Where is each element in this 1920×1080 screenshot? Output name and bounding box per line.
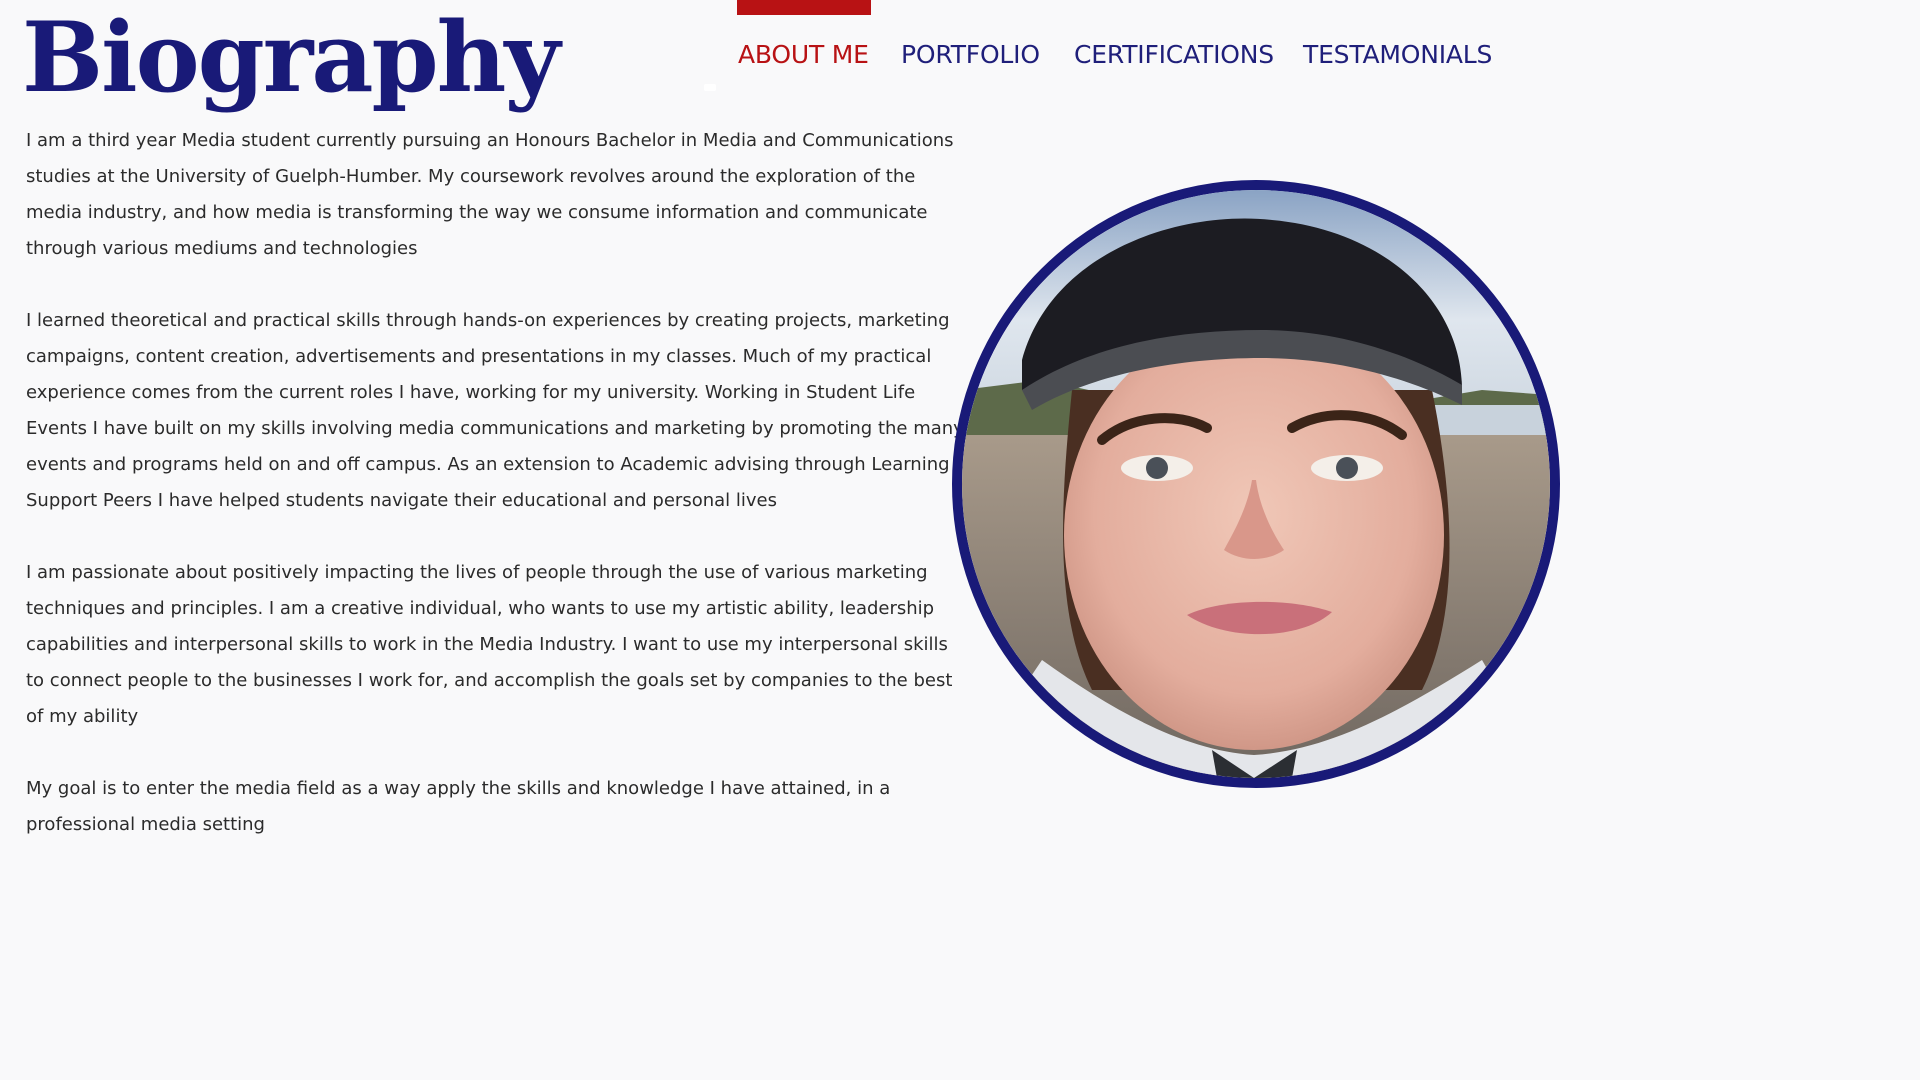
- nav-item-portfolio[interactable]: PORTFOLIO: [901, 36, 1040, 74]
- bio-paragraph-2: I learned theoretical and practical skil…: [26, 310, 964, 511]
- nav-decoration-dot: [704, 84, 716, 91]
- nav-item-about-me[interactable]: ABOUT ME: [738, 36, 869, 74]
- profile-photo: [952, 180, 1560, 788]
- bio-paragraph-1: I am a third year Media student currentl…: [26, 130, 954, 259]
- nav-active-indicator: [737, 0, 871, 15]
- bio-paragraph-3: I am passionate about positively impacti…: [26, 562, 953, 727]
- nav-item-testamonials[interactable]: TESTAMONIALS: [1303, 36, 1492, 74]
- bio-paragraph-4: My goal is to enter the media field as a…: [26, 778, 891, 835]
- profile-photo-illustration: [962, 190, 1550, 778]
- biography-text: I am a third year Media student currentl…: [26, 123, 966, 843]
- main-nav: ABOUT ME PORTFOLIO CERTIFICATIONS TESTAM…: [0, 36, 1568, 76]
- nav-item-certifications[interactable]: CERTIFICATIONS: [1074, 36, 1274, 74]
